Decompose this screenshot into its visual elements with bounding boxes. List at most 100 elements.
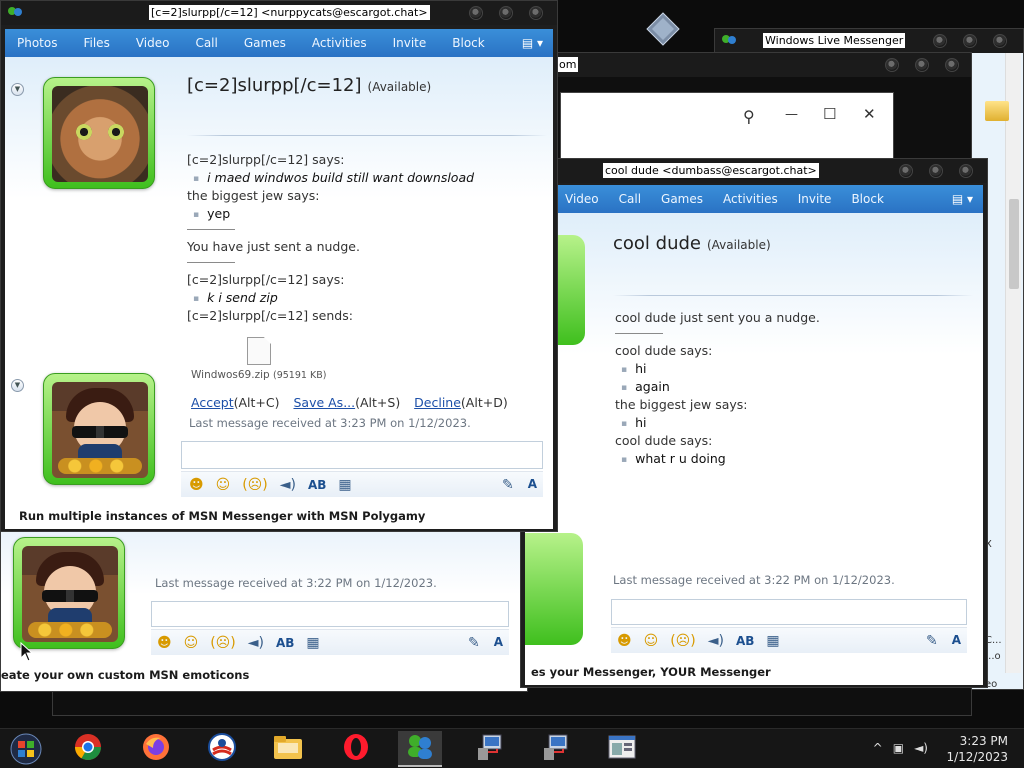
message-sender: [c=2]slurpp[/c=12] says: [187,152,345,167]
maximize-button[interactable] [915,58,929,72]
message-input[interactable] [151,601,509,627]
tray-overflow-chevron[interactable]: ^ [873,741,883,755]
contact-avatar[interactable] [13,537,125,649]
ad-link[interactable]: es your Messenger, YOUR Messenger [531,665,771,679]
handwriting-button[interactable]: ✎ [926,633,938,649]
menu-files[interactable]: Files [83,36,109,50]
menu-call[interactable]: Call [195,36,217,50]
taskbar-campaign-button[interactable] [200,731,244,767]
close-button[interactable] [529,6,543,20]
options-menu-button[interactable]: ▤ ▾ [952,192,973,206]
contact-avatar[interactable] [43,77,155,189]
zip-file-icon[interactable] [247,337,271,365]
menu-games[interactable]: Games [661,192,703,206]
message-input[interactable] [181,441,543,469]
nudge-button[interactable]: (☹) [210,635,236,651]
emoticon-button[interactable]: ☻ [157,635,172,651]
taskbar-network-setup-button[interactable] [468,731,512,767]
menu-games[interactable]: Games [244,36,286,50]
nudge-button[interactable]: (☹) [242,477,268,493]
collapse-user-avatar-button[interactable]: ▼ [11,379,24,392]
save-as-link[interactable]: Save As... [293,395,355,410]
taskbar-chrome-button[interactable] [66,731,110,767]
message-sender: You have just sent a nudge. [187,239,360,254]
taskbar-network-setup-2-button[interactable] [534,731,578,767]
menu-invite[interactable]: Invite [393,36,427,50]
user-avatar-partial[interactable] [525,533,583,645]
close-button[interactable] [945,58,959,72]
maximize-button[interactable] [929,164,943,178]
ad-link[interactable]: eate your own custom MSN emoticons [1,668,249,682]
message-sender: the biggest jew says: [615,397,748,412]
wink-button[interactable]: ☺ [184,635,199,651]
minimize-button[interactable] [899,164,913,178]
background-button[interactable]: ▦ [338,477,351,493]
taskbar-opera-button[interactable] [334,731,378,767]
chat-window-cool-dude: cool dude <dumbass@escargot.chat> Video … [520,158,988,688]
volume-icon[interactable]: ◄) [914,741,928,755]
minimize-button[interactable] [885,58,899,72]
emoticon-button[interactable]: ☻ [189,477,204,493]
decline-link[interactable]: Decline [414,395,461,410]
message-text: what r u doing [615,450,955,468]
ad-link[interactable]: Run multiple instances of MSN Messenger … [19,509,425,523]
options-menu-button[interactable]: ▤ ▾ [522,36,543,50]
wink-button[interactable]: ☺ [216,477,231,493]
background-button[interactable]: ▦ [766,633,779,649]
close-button[interactable] [959,164,973,178]
menu-block[interactable]: Block [452,36,484,50]
last-message-info: Last message received at 3:23 PM on 1/12… [189,416,471,430]
wink-button[interactable]: ☺ [644,633,659,649]
minimize-button[interactable] [469,6,483,20]
conversation-history: cool dude just sent you a nudge. cool dud… [615,309,955,468]
nudge-button[interactable]: (☹) [670,633,696,649]
chat-window-title: cool dude <dumbass@escargot.chat> [603,163,819,178]
network-setup-2-icon [541,732,571,766]
handwriting-button[interactable]: ✎ [502,477,514,493]
menu-block[interactable]: Block [851,192,883,206]
message-input[interactable] [611,599,967,625]
menu-photos[interactable]: Photos [17,36,57,50]
background-button[interactable]: ▦ [306,635,319,651]
wlm-scrollbar[interactable] [1005,53,1021,673]
font-button[interactable]: AB [736,634,754,648]
start-button[interactable] [4,731,48,767]
voice-clip-button[interactable]: ◄) [708,633,724,649]
maximize-button[interactable] [963,34,977,48]
voice-clip-button[interactable]: ◄) [248,635,264,651]
text-format-button[interactable]: A [494,635,503,651]
wlm-folder-icon [985,101,1009,121]
taskbar-control-panel-button[interactable] [600,731,644,767]
taskbar-firefox-button[interactable] [134,731,178,767]
menu-call[interactable]: Call [619,192,641,206]
font-button[interactable]: AB [308,478,326,492]
browser-close-button[interactable]: ✕ [863,105,876,123]
menu-video[interactable]: Video [565,192,599,206]
menu-video[interactable]: Video [136,36,170,50]
voice-clip-button[interactable]: ◄) [280,477,296,493]
handwriting-button[interactable]: ✎ [468,635,480,651]
emoticon-button[interactable]: ☻ [617,633,632,649]
clock[interactable]: 3:23 PM 1/12/2023 [946,733,1008,765]
maximize-button[interactable] [499,6,513,20]
browser-maximize-button[interactable]: ☐ [823,105,836,123]
menu-activities[interactable]: Activities [312,36,367,50]
taskbar-file-explorer-button[interactable] [266,731,310,767]
taskbar-messenger-button[interactable] [398,731,442,767]
minimize-button[interactable] [933,34,947,48]
message-text: k i send zip [187,289,547,307]
text-format-button[interactable]: A [952,633,961,649]
font-button[interactable]: AB [276,636,294,650]
search-icon[interactable]: ⚲ [743,107,755,126]
network-icon[interactable]: ▣ [893,741,904,755]
accept-link[interactable]: Accept [191,395,234,410]
text-format-button[interactable]: A [528,477,537,493]
collapse-contact-avatar-button[interactable]: ▼ [11,83,24,96]
close-button[interactable] [993,34,1007,48]
browser-minimize-button[interactable]: — [785,107,798,122]
menu-activities[interactable]: Activities [723,192,778,206]
user-avatar[interactable] [43,373,155,485]
menu-invite[interactable]: Invite [798,192,832,206]
desktop-shortcut[interactable] [646,12,680,46]
messenger-icon [404,732,436,764]
